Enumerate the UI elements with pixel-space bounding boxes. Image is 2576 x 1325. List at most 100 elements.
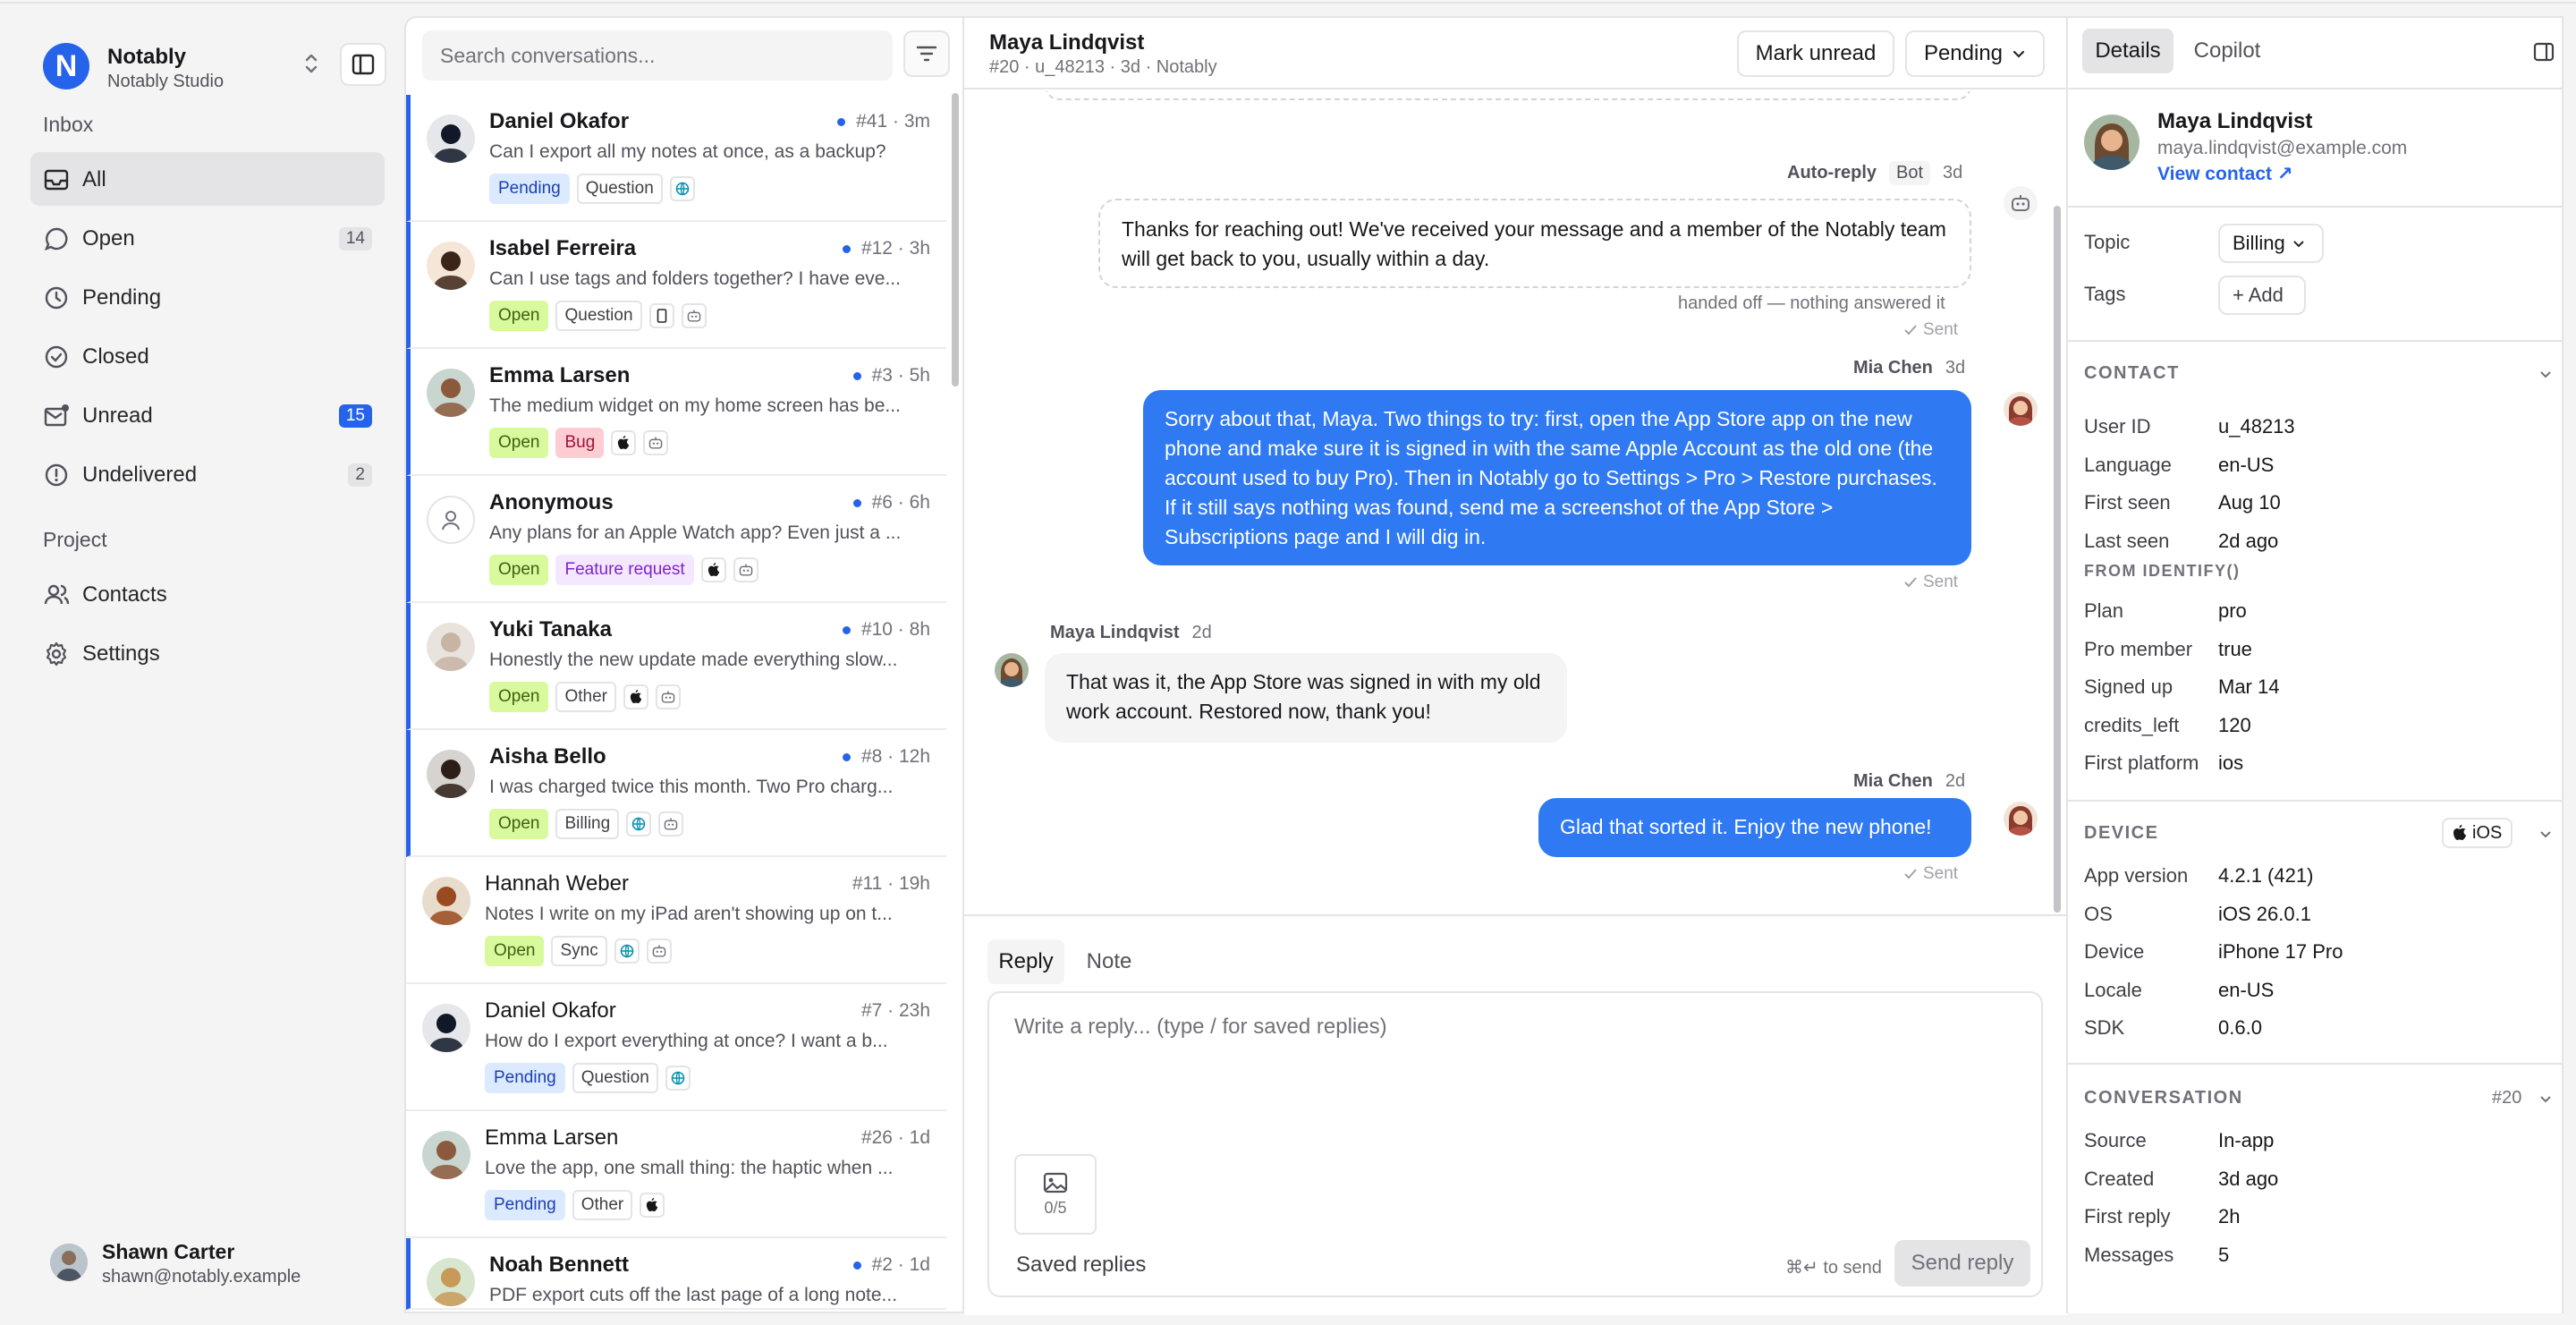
tab-reply[interactable]: Reply xyxy=(987,939,1064,984)
apple-icon xyxy=(647,1198,658,1211)
conversation-tags: Open Billing xyxy=(489,809,684,839)
bot-badge xyxy=(681,303,707,328)
sidebar-item-undelivered[interactable]: Undelivered 2 xyxy=(30,447,385,501)
conversation-id-time: #10 · 8h xyxy=(860,619,930,640)
conversation-row[interactable]: Anonymous #6 · 6h Any plans for an Apple W… xyxy=(406,476,946,603)
sidebar-item-closed[interactable]: Closed xyxy=(30,329,385,383)
search-input[interactable] xyxy=(422,30,893,81)
field-value: u_48213 xyxy=(2218,415,2295,437)
sidebar-item-settings[interactable]: Settings xyxy=(30,626,385,680)
conversation-preview: The medium widget on my home screen has … xyxy=(489,395,901,416)
tablet-icon xyxy=(657,309,666,323)
conversation-preview: PDF export cuts off the last page of a l… xyxy=(489,1285,898,1305)
conversation-row[interactable]: Isabel Ferreira #12 · 3h Can I use tags an… xyxy=(406,222,946,349)
field-label: Language xyxy=(2084,453,2172,476)
platform-badge xyxy=(669,176,695,201)
field-value: 2d ago xyxy=(2218,529,2279,552)
conversation-id-time: #7 · 23h xyxy=(860,1000,930,1021)
reply-composer: 0/5 Saved replies ⌘↵ to send Send reply xyxy=(987,991,2043,1297)
current-user[interactable]: Shawn Carter shawn@notably.example xyxy=(38,1233,377,1295)
thread-scrollbar[interactable] xyxy=(2054,206,2061,913)
field-value: 5 xyxy=(2218,1243,2230,1266)
status-tag: Open xyxy=(489,555,549,585)
contact-avatar xyxy=(2084,115,2140,170)
conversation-id-time: #26 · 1d xyxy=(860,1127,930,1148)
bot-badge xyxy=(658,811,684,837)
auto-reply-time: 3d xyxy=(1943,163,1963,183)
open-count-badge: 14 xyxy=(338,227,372,251)
sidebar-item-contacts[interactable]: Contacts xyxy=(30,567,385,621)
conversation-row[interactable]: Hannah Weber #11 · 19h Notes I write on my… xyxy=(406,857,946,984)
avatar xyxy=(422,877,470,925)
sidebar-item-label: Undelivered xyxy=(82,463,198,487)
sent-status: Sent xyxy=(1903,320,1958,340)
bot-icon xyxy=(2012,195,2029,211)
view-contact-link[interactable]: View contact ↗ xyxy=(2157,163,2292,185)
conversation-tags: Open Other xyxy=(489,682,682,712)
topic-tag: Question xyxy=(572,1063,658,1093)
conversation-row[interactable]: Aisha Bello #8 · 12h I was charged twice t… xyxy=(406,730,946,857)
status-dropdown[interactable]: Pending xyxy=(1905,30,2045,77)
collapse-panel-icon[interactable] xyxy=(2533,41,2556,63)
sidebar: N Notably Notably Studio Inbox All Open … xyxy=(13,16,394,1313)
conversation-row[interactable]: Emma Larsen #26 · 1d Love the app, one sma… xyxy=(406,1111,946,1238)
status-tag: Open xyxy=(489,682,549,712)
sidebar-item-all[interactable]: All xyxy=(30,152,385,206)
conversation-title: Maya Lindqvist xyxy=(989,30,1145,55)
chevron-down-icon[interactable] xyxy=(2538,828,2553,839)
bot-icon xyxy=(661,691,675,703)
tab-note[interactable]: Note xyxy=(1073,939,1145,984)
send-reply-button[interactable]: Send reply xyxy=(1894,1240,2030,1287)
alert-circle-icon xyxy=(45,463,68,487)
tab-details[interactable]: Details xyxy=(2082,29,2174,73)
conversation-row[interactable]: Daniel Okafor #41 · 3m Can I export all my… xyxy=(406,95,946,222)
conversation-list-panel: Daniel Okafor #41 · 3m Can I export all my… xyxy=(404,16,962,1313)
field-label: Pro member xyxy=(2084,637,2193,660)
check-icon xyxy=(1904,325,1917,335)
attach-image-button[interactable]: 0/5 xyxy=(1014,1154,1097,1235)
tab-copilot[interactable]: Copilot xyxy=(2182,29,2272,73)
bot-badge xyxy=(643,430,669,455)
conversation-id-time: #12 · 3h xyxy=(860,238,930,259)
workspace-switcher[interactable]: N Notably Notably Studio xyxy=(30,38,388,91)
conversation-preview: Honestly the new update made everything … xyxy=(489,650,898,670)
sidebar-toggle-button[interactable] xyxy=(340,43,386,86)
conversation-row[interactable]: Yuki Tanaka #10 · 8h Honestly the new upda… xyxy=(406,603,946,730)
field-label: First platform xyxy=(2084,752,2199,775)
conversation-tags: Open Feature request xyxy=(489,555,758,585)
user-avatar xyxy=(50,1244,88,1281)
conversation-name: Yuki Tanaka xyxy=(489,617,612,641)
conversation-tags: Open Question xyxy=(489,301,707,331)
field-label: Plan xyxy=(2084,599,2124,622)
mark-unread-button[interactable]: Mark unread xyxy=(1737,30,1894,77)
chevron-down-icon[interactable] xyxy=(2538,369,2553,379)
composer-area: Reply Note 0/5 Saved replies ⌘↵ to send … xyxy=(964,914,2068,1315)
bot-badge xyxy=(646,939,672,964)
filter-button[interactable] xyxy=(903,30,950,77)
field-value: 2h xyxy=(2218,1205,2241,1228)
add-tag-button[interactable]: + Add xyxy=(2218,276,2306,315)
conversation-row[interactable]: Noah Bennett #2 · 1d PDF export cuts off t… xyxy=(406,1238,946,1310)
field-label: First reply xyxy=(2084,1205,2171,1228)
apple-icon xyxy=(708,563,719,576)
conversation-row[interactable]: Emma Larsen #3 · 5h The medium widget on m… xyxy=(406,349,946,476)
avatar xyxy=(427,115,475,163)
conversation-row[interactable]: Daniel Okafor #7 · 23h How do I export eve… xyxy=(406,984,946,1111)
add-tag-label: + Add xyxy=(2233,284,2284,306)
check-icon xyxy=(1904,869,1917,879)
contact-email: maya.lindqvist@example.com xyxy=(2157,138,2408,158)
status-tag: Open xyxy=(489,428,549,458)
field-label: Messages xyxy=(2084,1243,2174,1266)
sidebar-item-unread[interactable]: Unread 15 xyxy=(30,388,385,442)
reply-input[interactable] xyxy=(991,995,2039,1129)
bot-badge xyxy=(733,557,758,582)
sidebar-item-pending[interactable]: Pending xyxy=(30,270,385,324)
conversation-meta: #11 · 19h xyxy=(852,873,930,895)
topic-dropdown[interactable]: Billing xyxy=(2218,224,2324,263)
chevron-down-icon[interactable] xyxy=(2538,1093,2553,1104)
conversation-meta: #6 · 6h xyxy=(852,492,930,514)
list-scrollbar[interactable] xyxy=(952,93,959,386)
chevron-down-icon xyxy=(2012,50,2025,58)
sidebar-item-open[interactable]: Open 14 xyxy=(30,211,385,265)
saved-replies-button[interactable]: Saved replies xyxy=(1016,1253,1146,1278)
